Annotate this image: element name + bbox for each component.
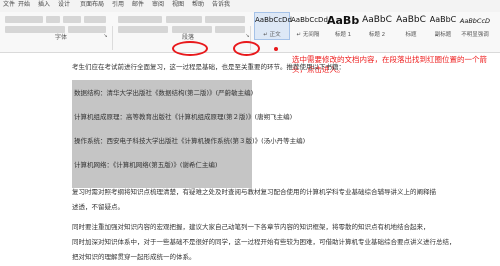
indent-sort-buttons[interactable] bbox=[166, 16, 202, 23]
doc-book-line[interactable]: 计算机组成原理：高等教育出版社《计算机组成原理(第２版)》(唐朔飞主编) bbox=[74, 113, 292, 122]
tab-references[interactable]: 引用 bbox=[112, 1, 124, 9]
tab-review[interactable]: 审阅 bbox=[152, 1, 164, 9]
style-name: 不明显强调 bbox=[461, 32, 489, 38]
font-name-box[interactable] bbox=[5, 16, 43, 23]
style-name: 副标题 bbox=[434, 32, 452, 38]
style-subtle-emphasis[interactable]: AaBbCcD 不明显强调 bbox=[459, 13, 491, 39]
font-style-buttons[interactable] bbox=[5, 26, 65, 33]
annotation-circle-paragraph-label bbox=[172, 41, 208, 56]
tab-help[interactable]: 帮助 bbox=[192, 1, 204, 9]
tab-design[interactable]: 设计 bbox=[58, 1, 70, 9]
doc-paragraph-line[interactable]: 述透，不留疑点。 bbox=[72, 203, 124, 212]
doc-intro-line[interactable]: 考生们应在考试前进行全面复习，这一过程是基础，也是至关重要的环节。推荐使用以下书… bbox=[72, 63, 345, 72]
tab-tell-me[interactable]: 告诉我 bbox=[212, 1, 230, 9]
doc-book-line[interactable]: 操作系统：西安电子科技大学出版社《计算机操作系统(第３版)》(汤小丹等主编) bbox=[74, 137, 305, 146]
ribbon-tab-bar: 文件 开始 插入 设计 页面布局 引用 邮件 审阅 视图 帮助 告诉我 bbox=[0, 0, 500, 12]
style-heading-1[interactable]: AaBb 标题 1 bbox=[327, 13, 359, 39]
style-name: ↵ 无间隔 bbox=[296, 32, 320, 38]
tab-mailings[interactable]: 邮件 bbox=[132, 1, 144, 9]
list-buttons[interactable] bbox=[118, 16, 162, 23]
font-size-box[interactable] bbox=[46, 16, 60, 23]
style-no-spacing[interactable]: AaBbCcDd ↵ 无间隔 bbox=[291, 13, 328, 39]
tab-file[interactable]: 文件 bbox=[3, 1, 15, 9]
style-preview: AaBbC bbox=[362, 15, 392, 25]
style-preview: AaBbC bbox=[396, 15, 426, 25]
line-spacing-buttons[interactable] bbox=[172, 26, 212, 33]
font-grow-shrink-buttons[interactable] bbox=[63, 16, 81, 23]
doc-book-line[interactable]: 计算机网络：《计算机网络(第五版)》(谢希仁主编) bbox=[74, 161, 217, 170]
style-name: ↵ 正文 bbox=[263, 32, 281, 38]
doc-paragraph-line[interactable]: 同时要注重加强对知识内容的宏观把握，建议大家自己动笔列一下各章节内容的知识框架，… bbox=[72, 223, 430, 232]
style-name: 标题 1 bbox=[334, 32, 352, 38]
doc-paragraph-line[interactable]: 复习时需对照考纲将知识点梳理清楚，有疑难之处及时查阅与教材复习配合使用的计算机学… bbox=[72, 188, 436, 197]
paragraph-dialog-launcher-icon[interactable]: ↘ bbox=[245, 34, 250, 39]
style-preview: AaBbCcD bbox=[459, 17, 491, 25]
style-normal[interactable]: AaBbCcDd ↵ 正文 bbox=[254, 12, 292, 40]
font-clear-format-buttons[interactable] bbox=[84, 16, 106, 23]
style-name: 标题 bbox=[405, 32, 417, 38]
style-heading-2[interactable]: AaBbC 标题 2 bbox=[361, 13, 393, 39]
group-divider bbox=[112, 26, 113, 50]
shading-border-buttons[interactable] bbox=[215, 26, 245, 33]
alignment-buttons[interactable] bbox=[118, 26, 168, 33]
font-group-label: 字体 bbox=[55, 34, 68, 41]
tab-insert[interactable]: 插入 bbox=[38, 1, 50, 9]
style-subtitle[interactable]: AaBbC 副标题 bbox=[429, 13, 457, 39]
tab-layout[interactable]: 页面布局 bbox=[80, 1, 104, 9]
style-title[interactable]: AaBbC 标题 bbox=[395, 13, 427, 39]
style-preview: AaBb bbox=[327, 14, 360, 27]
font-color-buttons[interactable] bbox=[68, 26, 106, 33]
font-dialog-launcher-icon[interactable]: ↘ bbox=[103, 34, 108, 39]
style-name: 标题 2 bbox=[368, 32, 386, 38]
style-preview: AaBbCcDd bbox=[291, 16, 328, 24]
doc-paragraph-line[interactable]: 把对知识的理解贯穿一起形成统一的体系。 bbox=[72, 253, 196, 262]
doc-paragraph-line[interactable]: 同时加深对知识体系中，对于一些基础不是很好的同学，这一过程开始有些较为困难，可借… bbox=[72, 238, 456, 247]
annotation-circle-launcher bbox=[233, 41, 260, 56]
styles-gallery: AaBbCcDd ↵ 正文 AaBbCcDd ↵ 无间隔 AaBb 标题 1 A… bbox=[253, 12, 493, 41]
annotation-dot bbox=[274, 47, 278, 51]
doc-book-line[interactable]: 数据结构：清华大学出版社《数据结构(第二版)》(严蔚敏主编) bbox=[74, 89, 253, 98]
show-marks-buttons[interactable] bbox=[205, 16, 245, 23]
tab-view[interactable]: 视图 bbox=[172, 1, 184, 9]
paragraph-group-label: 段落 bbox=[182, 34, 195, 41]
tab-home[interactable]: 开始 bbox=[18, 1, 30, 9]
style-preview: AaBbCcDd bbox=[255, 16, 292, 24]
style-preview: AaBbC bbox=[429, 15, 457, 24]
